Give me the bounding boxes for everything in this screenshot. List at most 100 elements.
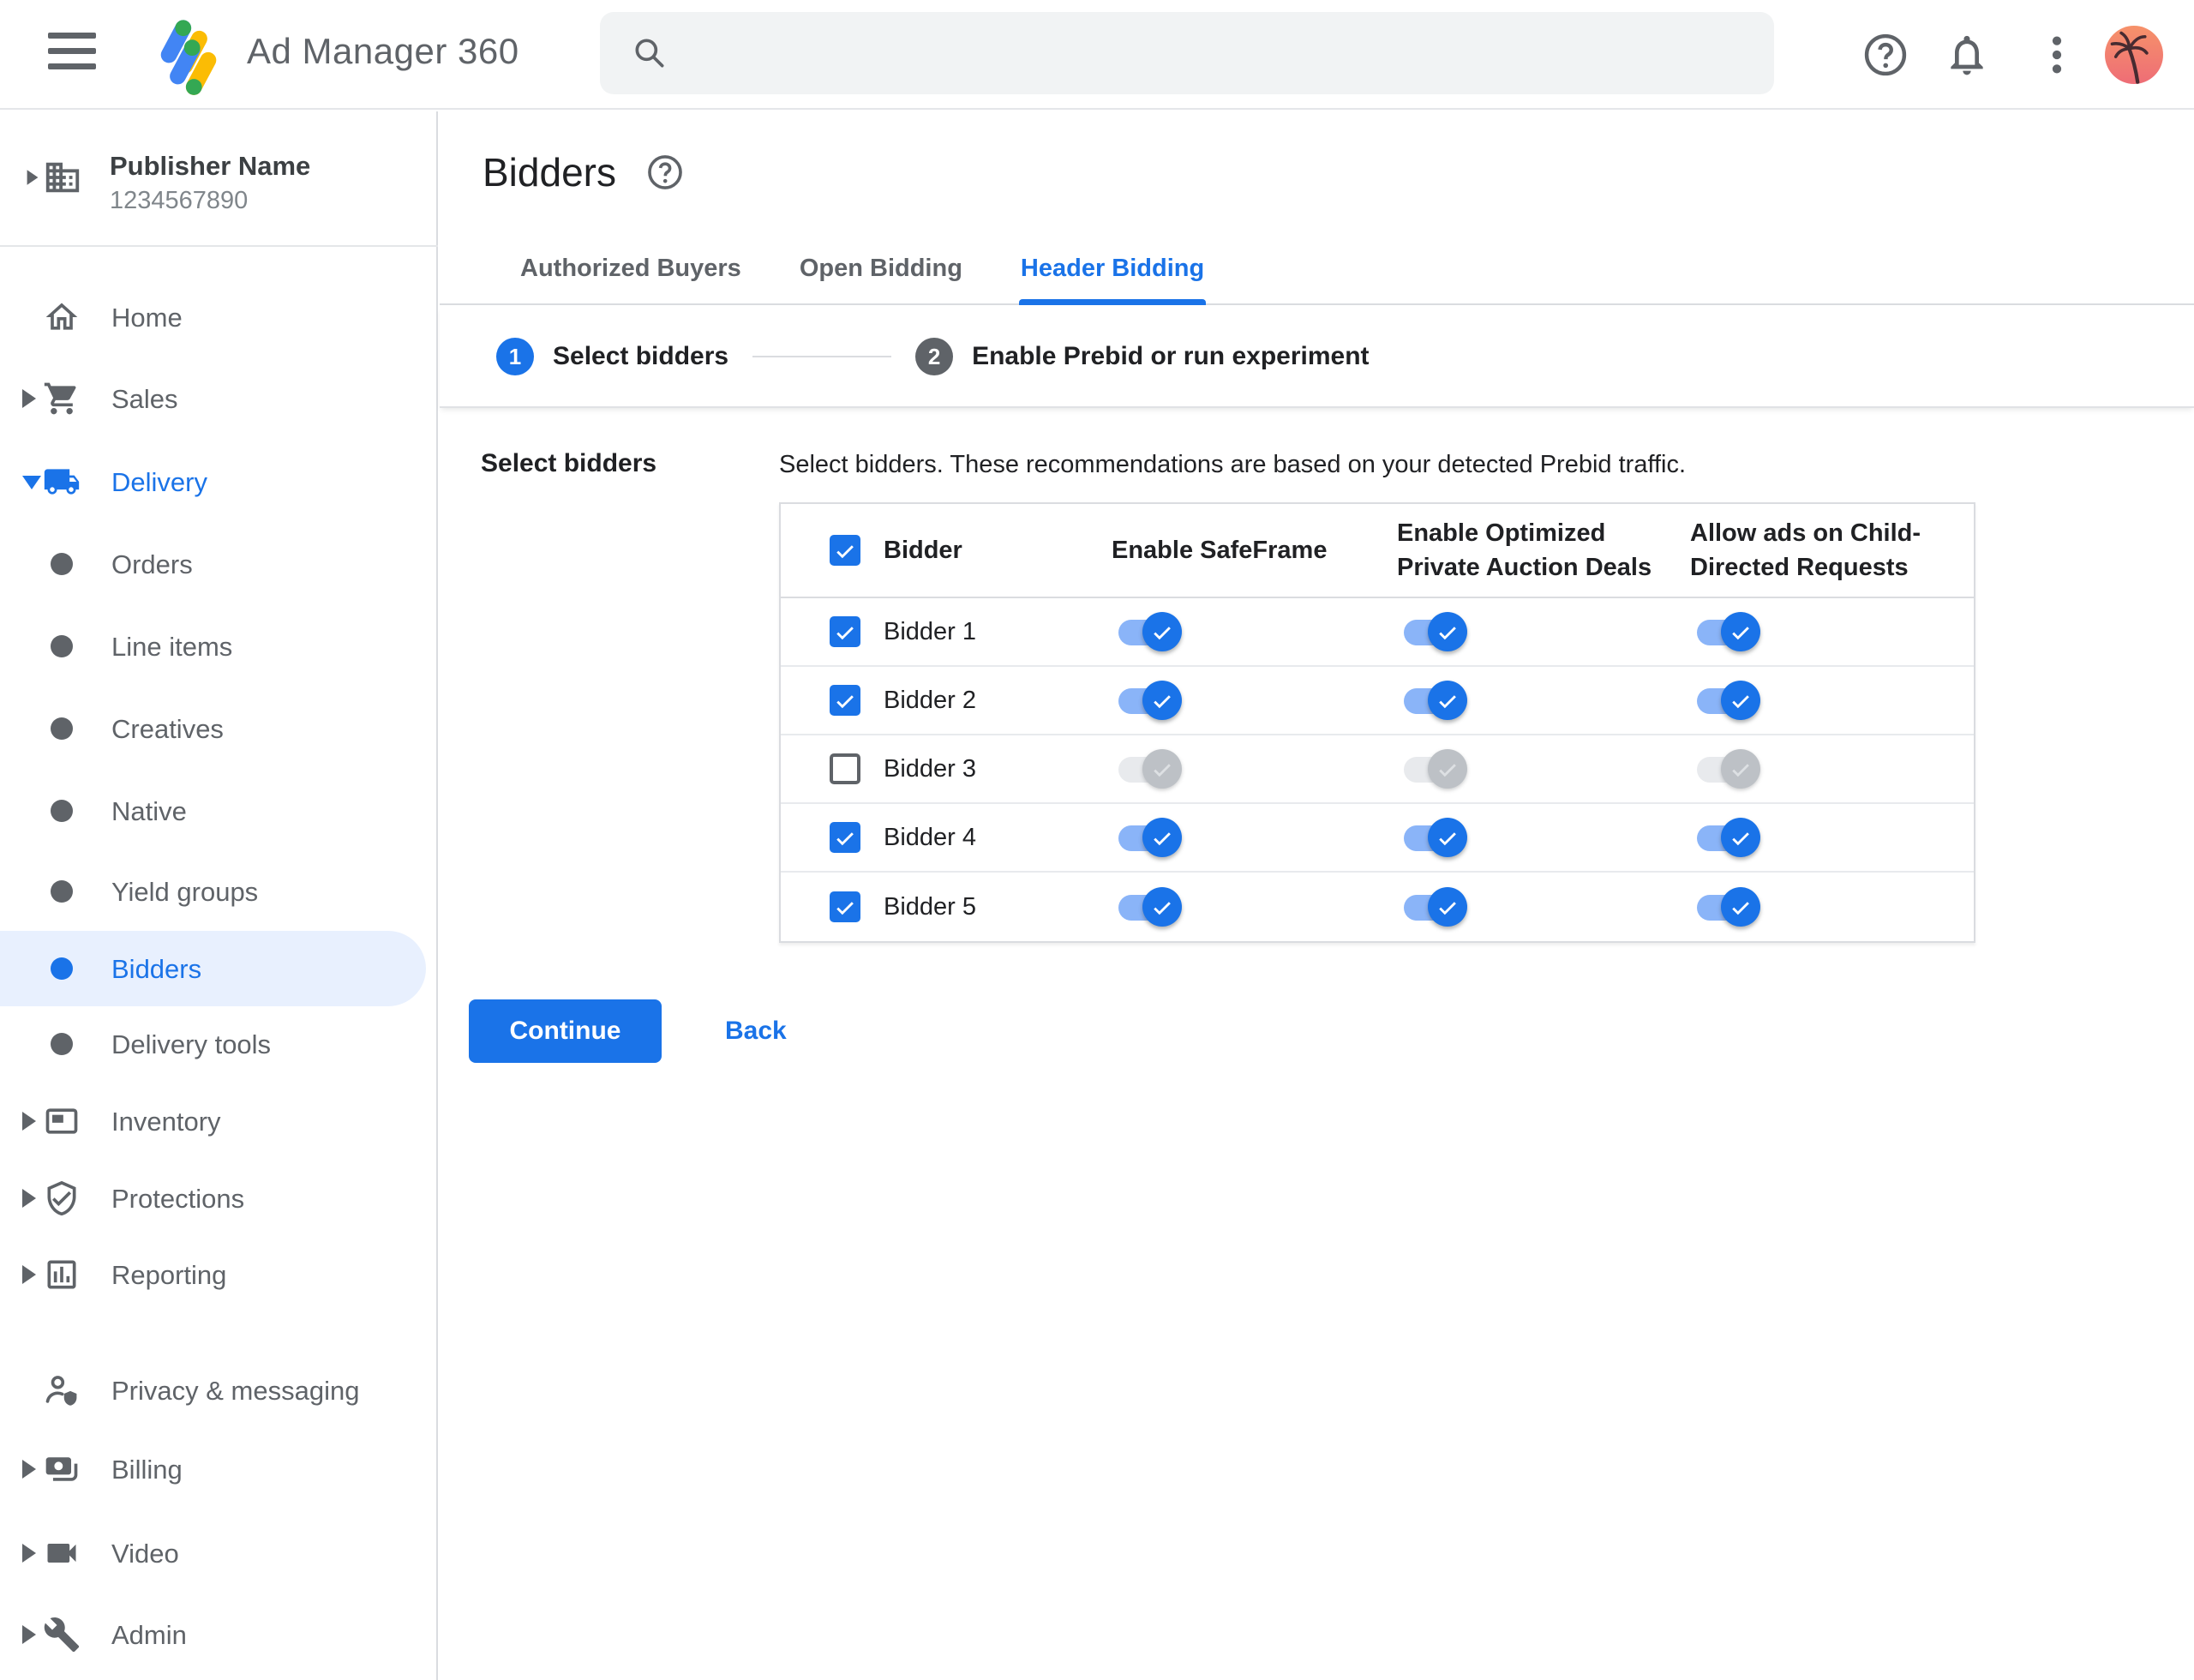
notifications-icon[interactable] [1943, 31, 1991, 79]
sidebar-item-billing[interactable]: Billing [0, 1431, 438, 1507]
sidebar-item-home[interactable]: Home [0, 279, 438, 355]
bidder-name: Bidder 1 [884, 617, 977, 645]
bullet-icon [51, 957, 73, 980]
table-row: Bidder 4 [781, 804, 1974, 873]
enable-optimized-private-auction-deals-toggle[interactable] [1404, 886, 1467, 927]
toggle-thumb [1428, 681, 1467, 720]
sidebar-item-label: Privacy & messaging [111, 1376, 360, 1406]
tab-label: Authorized Buyers [520, 255, 741, 282]
allow-ads-child-directed-toggle[interactable] [1697, 680, 1760, 721]
column-header-safeframe: Enable SafeFrame [1112, 537, 1328, 564]
sidebar-item-yield-groups[interactable]: Yield groups [0, 854, 438, 929]
toggle-thumb [1142, 887, 1182, 927]
sidebar-item-delivery[interactable]: Delivery [0, 444, 438, 519]
page-header: Bidders [483, 149, 685, 195]
enable-safeframe-toggle[interactable] [1118, 886, 1182, 927]
toggle-thumb [1428, 818, 1467, 857]
sidebar-item-label: Inventory [111, 1107, 221, 1137]
chevron-right-icon [22, 1460, 36, 1479]
enable-safeframe-toggle[interactable] [1118, 748, 1182, 789]
select-all-checkbox[interactable] [830, 535, 860, 566]
continue-button[interactable]: Continue [469, 999, 662, 1063]
enable-safeframe-toggle[interactable] [1118, 680, 1182, 721]
sidebar-item-line-items[interactable]: Line items [0, 609, 438, 684]
allow-ads-child-directed-toggle[interactable] [1697, 817, 1760, 858]
sidebar-item-protections[interactable]: Protections [0, 1161, 438, 1236]
allow-ads-child-directed-toggle[interactable] [1697, 748, 1760, 789]
toggle-thumb [1142, 818, 1182, 857]
sidebar-item-video[interactable]: Video [0, 1515, 438, 1591]
table-row: Bidder 3 [781, 735, 1974, 804]
shield-check-icon [43, 1179, 81, 1217]
chevron-right-icon [22, 1112, 36, 1131]
toggle-thumb [1142, 749, 1182, 789]
row-checkbox[interactable] [830, 685, 860, 716]
enable-optimized-private-auction-deals-toggle[interactable] [1404, 611, 1467, 652]
tab-authorized-buyers[interactable]: Authorized Buyers [519, 255, 743, 303]
sidebar-item-label: Delivery tools [111, 1029, 272, 1059]
help-icon[interactable] [1861, 31, 1909, 79]
row-checkbox[interactable] [830, 891, 860, 922]
sidebar-item-label: Orders [111, 549, 193, 579]
sidebar-item-admin[interactable]: Admin [0, 1597, 438, 1672]
wrench-icon [43, 1616, 81, 1653]
toggle-thumb [1142, 681, 1182, 720]
enable-optimized-private-auction-deals-toggle[interactable] [1404, 748, 1467, 789]
step-2-circle: 2 [915, 338, 954, 375]
toggle-thumb [1721, 681, 1760, 720]
chevron-right-icon [22, 1625, 36, 1644]
bullet-icon [51, 553, 73, 575]
table-row: Bidder 5 [781, 873, 1974, 941]
allow-ads-child-directed-toggle[interactable] [1697, 886, 1760, 927]
inventory-icon [43, 1102, 81, 1140]
publisher-selector[interactable]: Publisher Name 1234567890 [0, 111, 438, 245]
sidebar-item-orders[interactable]: Orders [0, 526, 438, 602]
search-bar[interactable] [600, 12, 1774, 94]
row-checkbox[interactable] [830, 753, 860, 784]
help-icon[interactable] [645, 153, 685, 192]
enable-optimized-private-auction-deals-toggle[interactable] [1404, 680, 1467, 721]
step-1-circle: 1 [496, 338, 534, 375]
sidebar-item-privacy-messaging[interactable]: Privacy & messaging [0, 1353, 438, 1428]
home-icon [43, 298, 81, 336]
publisher-id: 1234567890 [110, 187, 249, 214]
table-row: Bidder 1 [781, 598, 1974, 667]
bidder-name: Bidder 2 [884, 686, 977, 714]
toggle-thumb [1428, 612, 1467, 651]
chevron-right-icon [22, 1544, 36, 1563]
enable-safeframe-toggle[interactable] [1118, 611, 1182, 652]
more-vertical-icon[interactable] [2033, 31, 2067, 79]
menu-icon[interactable] [48, 33, 96, 77]
toggle-thumb [1721, 818, 1760, 857]
row-checkbox[interactable] [830, 822, 860, 853]
back-button[interactable]: Back [725, 1017, 787, 1046]
tab-open-bidding[interactable]: Open Bidding [798, 255, 964, 303]
search-input[interactable] [689, 39, 1774, 68]
sidebar-item-native[interactable]: Native [0, 773, 438, 849]
truck-icon [43, 463, 81, 501]
column-header-optimized-deals: Enable Optimized Private Auction Deals [1397, 519, 1652, 581]
sidebar-item-bidders[interactable]: Bidders [0, 931, 438, 1006]
row-checkbox[interactable] [830, 616, 860, 647]
enable-optimized-private-auction-deals-toggle[interactable] [1404, 817, 1467, 858]
sidebar-item-reporting[interactable]: Reporting [0, 1237, 438, 1312]
toggle-thumb [1428, 749, 1467, 789]
tab-header-bidding[interactable]: Header Bidding [1018, 255, 1207, 305]
stepper: 1 Select bidders 2 Enable Prebid or run exp… [440, 307, 2194, 408]
chevron-right-icon [22, 1189, 36, 1208]
sidebar-item-sales[interactable]: Sales [0, 361, 438, 436]
sidebar-item-label: Admin [111, 1620, 187, 1650]
sidebar-item-creatives[interactable]: Creatives [0, 691, 438, 766]
page-title: Bidders [483, 150, 616, 195]
enable-safeframe-toggle[interactable] [1118, 817, 1182, 858]
cart-icon [43, 380, 81, 417]
app-title: Ad Manager 360 [247, 31, 519, 71]
bidder-name: Bidder 5 [884, 892, 977, 921]
allow-ads-child-directed-toggle[interactable] [1697, 611, 1760, 652]
avatar[interactable] [2105, 26, 2163, 84]
videocam-icon [43, 1534, 81, 1572]
sidebar-item-delivery-tools[interactable]: Delivery tools [0, 1006, 438, 1082]
chevron-right-icon [22, 389, 36, 408]
sidebar-item-inventory[interactable]: Inventory [0, 1083, 438, 1159]
sidebar-item-label: Bidders [111, 954, 202, 984]
